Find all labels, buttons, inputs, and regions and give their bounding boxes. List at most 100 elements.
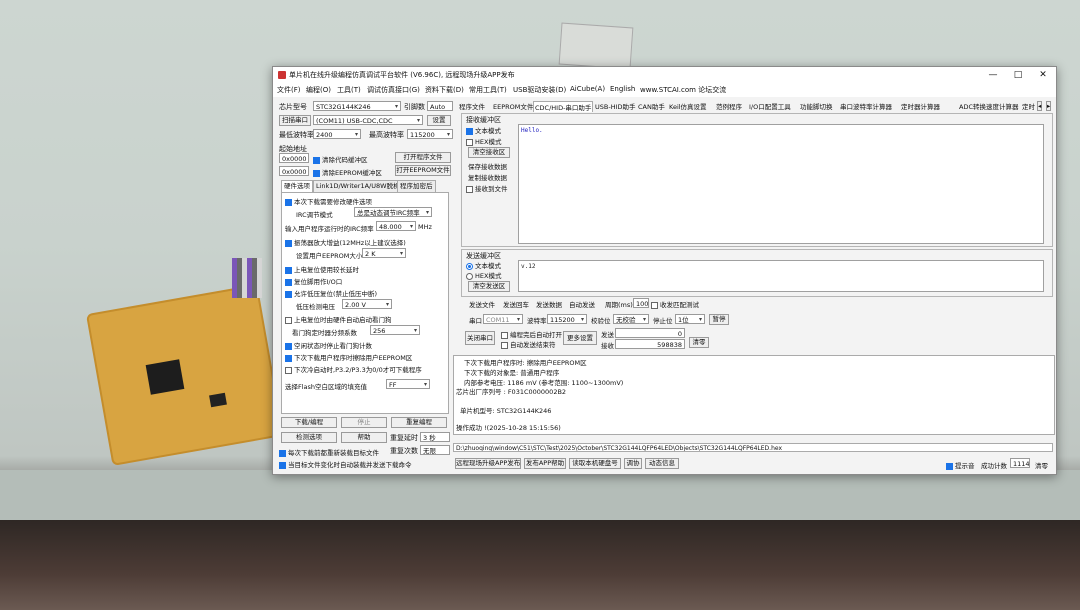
serial-port-select[interactable]: COM11 ▾	[483, 314, 523, 324]
settings-button[interactable]: 设置	[427, 115, 451, 126]
send-textarea[interactable]: v.12	[518, 260, 1044, 292]
stopbits-select[interactable]: 1位 ▾	[675, 314, 705, 324]
tab-baud-calc[interactable]: 串口波特率计算器	[840, 101, 892, 111]
auto-reload-checkbox[interactable]: 每次下载前都重新装载目标文件	[279, 447, 379, 457]
clear-count-button[interactable]: 清零	[689, 337, 709, 348]
menu-tools[interactable]: 工具(T)	[337, 85, 361, 95]
option-reset-io[interactable]: 复位脚用作I/O口	[285, 276, 342, 286]
clear-send-button[interactable]: 清空发送区	[468, 281, 510, 292]
tab-offline[interactable]: Link1D/Writer1A/U8W脱机	[313, 180, 403, 192]
dynamic-info-button[interactable]: 动态信息	[645, 458, 679, 469]
chip-select[interactable]: STC32G144K246 ▾	[313, 101, 401, 111]
recv-to-file[interactable]: 接收到文件	[466, 183, 508, 193]
more-settings-button[interactable]: 更多设置	[563, 331, 597, 345]
publish-help-button[interactable]: 发布APP帮助	[524, 458, 566, 469]
option-idle-stop-wdt[interactable]: 空闲状态时停止看门狗计数	[285, 340, 372, 350]
send-data-button[interactable]: 发送数据	[536, 299, 562, 309]
menu-file[interactable]: 文件(F)	[277, 85, 301, 95]
eeprom-size-select[interactable]: 2 K ▾	[362, 248, 406, 258]
delay-select[interactable]: 3 秒	[420, 432, 450, 442]
clear-eeprom-checkbox[interactable]: 清除EEPROM缓冲区	[313, 167, 382, 177]
download-button[interactable]: 下载/编程	[281, 417, 337, 428]
tab-examples[interactable]: 范例程序	[716, 101, 742, 111]
tab-hardware[interactable]: 硬件选项	[281, 180, 313, 192]
send-text-mode[interactable]: 文本模式	[466, 260, 501, 270]
sound-checkbox[interactable]: 提示音	[946, 460, 975, 470]
send-file-button[interactable]: 发送文件	[469, 299, 495, 309]
option-long-reset[interactable]: 上电复位使用较长延时	[285, 264, 359, 274]
clear-recv-button[interactable]: 清空接收区	[468, 147, 510, 158]
loopback-test-checkbox[interactable]: 收发匹配测试	[651, 299, 699, 309]
menu-common-tools[interactable]: 常用工具(T)	[469, 85, 507, 95]
min-baud-select[interactable]: 2400 ▾	[313, 129, 361, 139]
baud-select[interactable]: 115200 ▾	[547, 314, 587, 324]
reprogram-button[interactable]: 重复编程	[391, 417, 447, 428]
help-button[interactable]: 帮助	[341, 432, 387, 443]
option-osc-gain[interactable]: 振荡器放大增益(12MHz以上建议选择)	[285, 237, 406, 247]
menu-usb-driver[interactable]: USB驱动安装(D)	[513, 85, 566, 95]
tab-serial-assistant[interactable]: CDC/HID-串口助手	[533, 101, 594, 112]
recv-text-mode[interactable]: 文本模式	[466, 125, 501, 135]
option-erase-eeprom[interactable]: 下次下载用户程序时擦除用户EEPROM区	[285, 352, 412, 362]
tab-encrypt[interactable]: 程序加密后	[397, 180, 436, 192]
option-low-voltage-reset[interactable]: 允许低压复位(禁止低压中断)	[285, 288, 377, 298]
receive-textarea[interactable]: Hello.	[518, 124, 1044, 244]
wdt-div-select[interactable]: 256 ▾	[370, 325, 420, 335]
addr2-input[interactable]: 0x0000	[279, 166, 309, 176]
menu-downloads[interactable]: 资料下载(D)	[425, 85, 464, 95]
auto-open-checkbox[interactable]: 编程完后自动打开	[501, 329, 562, 339]
read-disk-id-button[interactable]: 读取本机硬盘号	[569, 458, 621, 469]
tab-scroll-left-icon[interactable]: ◂	[1037, 101, 1043, 111]
save-recv-button[interactable]: 保存接收数据	[468, 161, 507, 171]
tab-scroll-right-icon[interactable]: ▸	[1046, 101, 1052, 111]
menu-website[interactable]: www.STCAI.com 论坛交流	[640, 85, 726, 95]
scan-port-button[interactable]: 扫描串口	[279, 115, 311, 126]
parity-select[interactable]: 无校验 ▾	[613, 314, 649, 324]
menu-aicube[interactable]: AiCube(A)	[570, 85, 605, 93]
maximize-button[interactable]: □	[1008, 69, 1028, 81]
addr1-input[interactable]: 0x0000	[279, 153, 309, 163]
auto-send-checkbox[interactable]: 当目标文件变化时自动装载并发送下载命令	[279, 459, 412, 469]
tab-usb-hid[interactable]: USB-HID助手	[595, 101, 636, 111]
adjust-button[interactable]: 调协	[624, 458, 642, 469]
lvd-select[interactable]: 2.00 V ▾	[342, 299, 392, 309]
tab-can[interactable]: CAN助手	[638, 101, 665, 111]
open-program-button[interactable]: 打开程序文件	[395, 152, 451, 163]
stop-button[interactable]: 停止	[341, 417, 387, 428]
pins-select[interactable]: Auto	[427, 101, 453, 111]
repeat-select[interactable]: 无限	[420, 445, 450, 455]
recv-hex-mode[interactable]: HEX模式	[466, 136, 501, 146]
option-cold-boot[interactable]: 下次冷启动时,P3.2/P3.3为0/0才可下载程序	[285, 364, 422, 374]
port-select[interactable]: (COM11) USB-CDC,CDC ▾	[313, 115, 423, 125]
menu-english[interactable]: English	[610, 85, 635, 93]
period-input[interactable]: 100	[633, 298, 649, 308]
max-baud-select[interactable]: 115200 ▾	[407, 129, 453, 139]
tab-adc-calc[interactable]: ADC转换速度计算器	[959, 101, 1019, 111]
tab-more[interactable]: 定时	[1022, 101, 1035, 111]
publish-app-button[interactable]: 远程现场升级APP发布	[455, 458, 521, 469]
tab-io-config[interactable]: I/O口配置工具	[749, 101, 791, 111]
copy-recv-button[interactable]: 复制接收数据	[468, 172, 507, 182]
pause-button[interactable]: 暂停	[709, 314, 729, 325]
close-button[interactable]: ✕	[1033, 69, 1053, 81]
menu-debug[interactable]: 调试仿真接口(G)	[367, 85, 420, 95]
irc-mode-select[interactable]: 总是动态调节IRC频率 ▾	[354, 207, 432, 217]
close-port-button[interactable]: 关闭串口	[465, 331, 495, 345]
tab-keil-sim[interactable]: Keil仿真设置	[669, 101, 707, 111]
tab-pin-switch[interactable]: 功能脚切换	[800, 101, 833, 111]
detect-options-button[interactable]: 检测选项	[281, 432, 337, 443]
tab-eeprom-file[interactable]: EEPROM文件	[493, 101, 533, 111]
option-auto-watchdog[interactable]: 上电复位时由硬件自动启动看门狗	[285, 314, 392, 324]
option-modify-hardware[interactable]: 本次下载需要修改硬件选项	[285, 196, 372, 206]
minimize-button[interactable]: —	[983, 69, 1003, 81]
tab-timer-calc[interactable]: 定时器计算器	[901, 101, 940, 111]
send-hex-mode[interactable]: HEX模式	[466, 270, 501, 280]
clear-code-checkbox[interactable]: 清除代码缓冲区	[313, 154, 368, 164]
send-cr-button[interactable]: 发送回车	[503, 299, 529, 309]
irc-freq-select[interactable]: 48.000 ▾	[376, 221, 416, 231]
clear-success-button[interactable]: 清零	[1035, 460, 1048, 470]
open-eeprom-button[interactable]: 打开EEPROM文件	[395, 165, 451, 176]
fill-select[interactable]: FF ▾	[386, 379, 430, 389]
tab-program-file[interactable]: 程序文件	[459, 101, 485, 111]
auto-send-button[interactable]: 自动发送	[569, 299, 595, 309]
